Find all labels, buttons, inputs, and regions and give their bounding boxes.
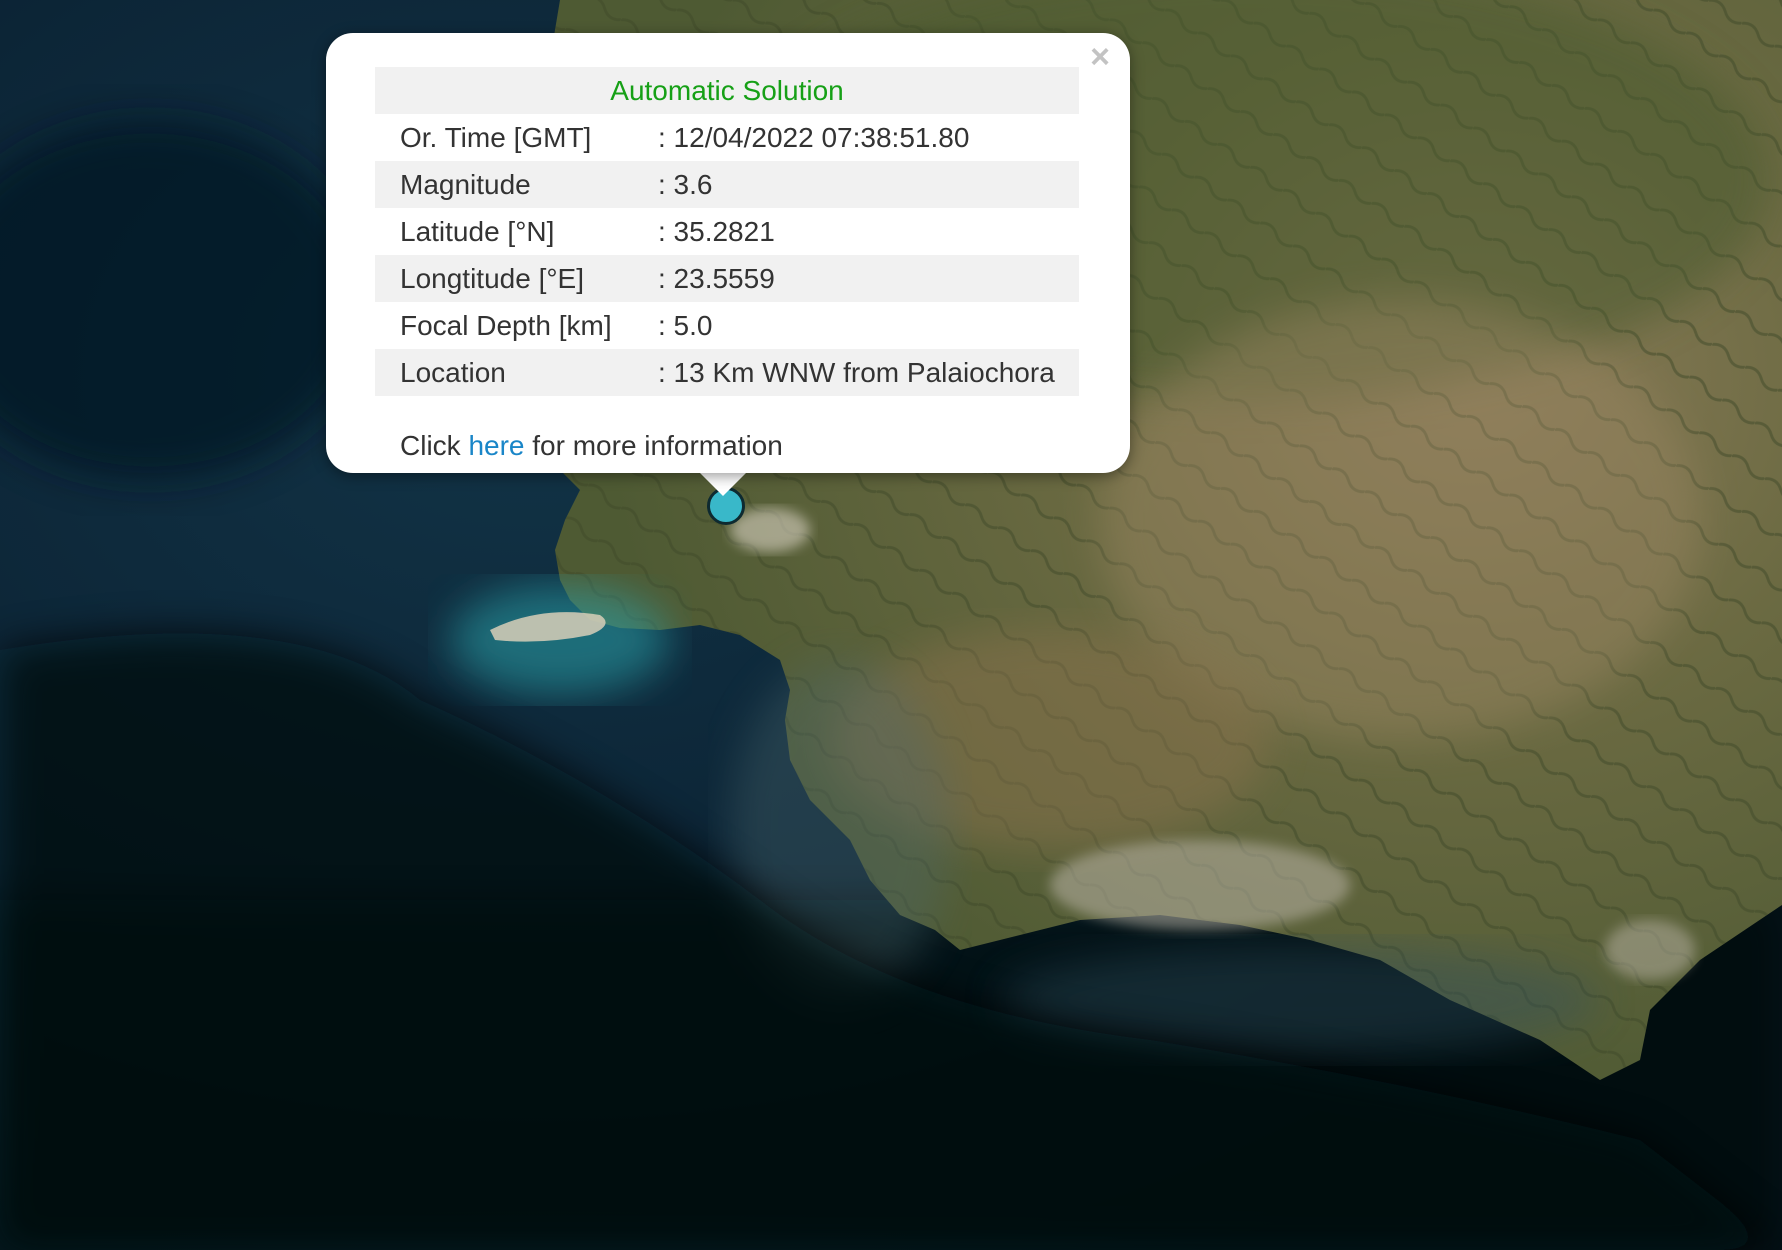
- close-icon[interactable]: ×: [1084, 40, 1116, 74]
- latitude-value: : 35.2821: [658, 215, 775, 247]
- earthquake-details-table: Automatic Solution Or. Time [GMT] : 12/0…: [375, 67, 1079, 396]
- magnitude-value: : 3.6: [654, 161, 1079, 208]
- satellite-map[interactable]: × Automatic Solution Or. Time [GMT] : 12…: [0, 0, 1782, 1250]
- location-value: : 13 Km WNW from Palaiochora: [654, 349, 1079, 396]
- origin-time-value: : 12/04/2022 07:38:51.80: [658, 121, 970, 153]
- table-row: Or. Time [GMT] : 12/04/2022 07:38:51.80: [375, 114, 1079, 161]
- more-info-prefix: Click: [400, 430, 461, 461]
- focal-depth-value: : 5.0: [658, 309, 713, 341]
- table-row: Magnitude : 3.6: [375, 161, 1079, 208]
- longitude-value: : 23.5559: [654, 255, 1079, 302]
- magnitude-label: Magnitude: [375, 161, 654, 208]
- table-title-row: Automatic Solution: [375, 67, 1079, 114]
- more-info-link[interactable]: here: [468, 430, 524, 461]
- table-row: Longtitude [°E] : 23.5559: [375, 255, 1079, 302]
- popup-title: Automatic Solution: [375, 67, 1079, 114]
- origin-time-label: Or. Time [GMT]: [400, 121, 592, 153]
- longitude-label: Longtitude [°E]: [375, 255, 654, 302]
- latitude-label: Latitude [°N]: [400, 215, 555, 247]
- table-row: Focal Depth [km] : 5.0: [375, 302, 1079, 349]
- popup-tip: [697, 470, 749, 496]
- table-row: Location : 13 Km WNW from Palaiochora: [375, 349, 1079, 396]
- table-row: Latitude [°N] : 35.2821: [375, 208, 1079, 255]
- earthquake-info-popup: × Automatic Solution Or. Time [GMT] : 12…: [326, 33, 1130, 473]
- more-info-text: Click here for more information: [400, 430, 783, 462]
- focal-depth-label: Focal Depth [km]: [400, 309, 612, 341]
- location-label: Location: [375, 349, 654, 396]
- more-info-suffix: for more information: [532, 430, 783, 461]
